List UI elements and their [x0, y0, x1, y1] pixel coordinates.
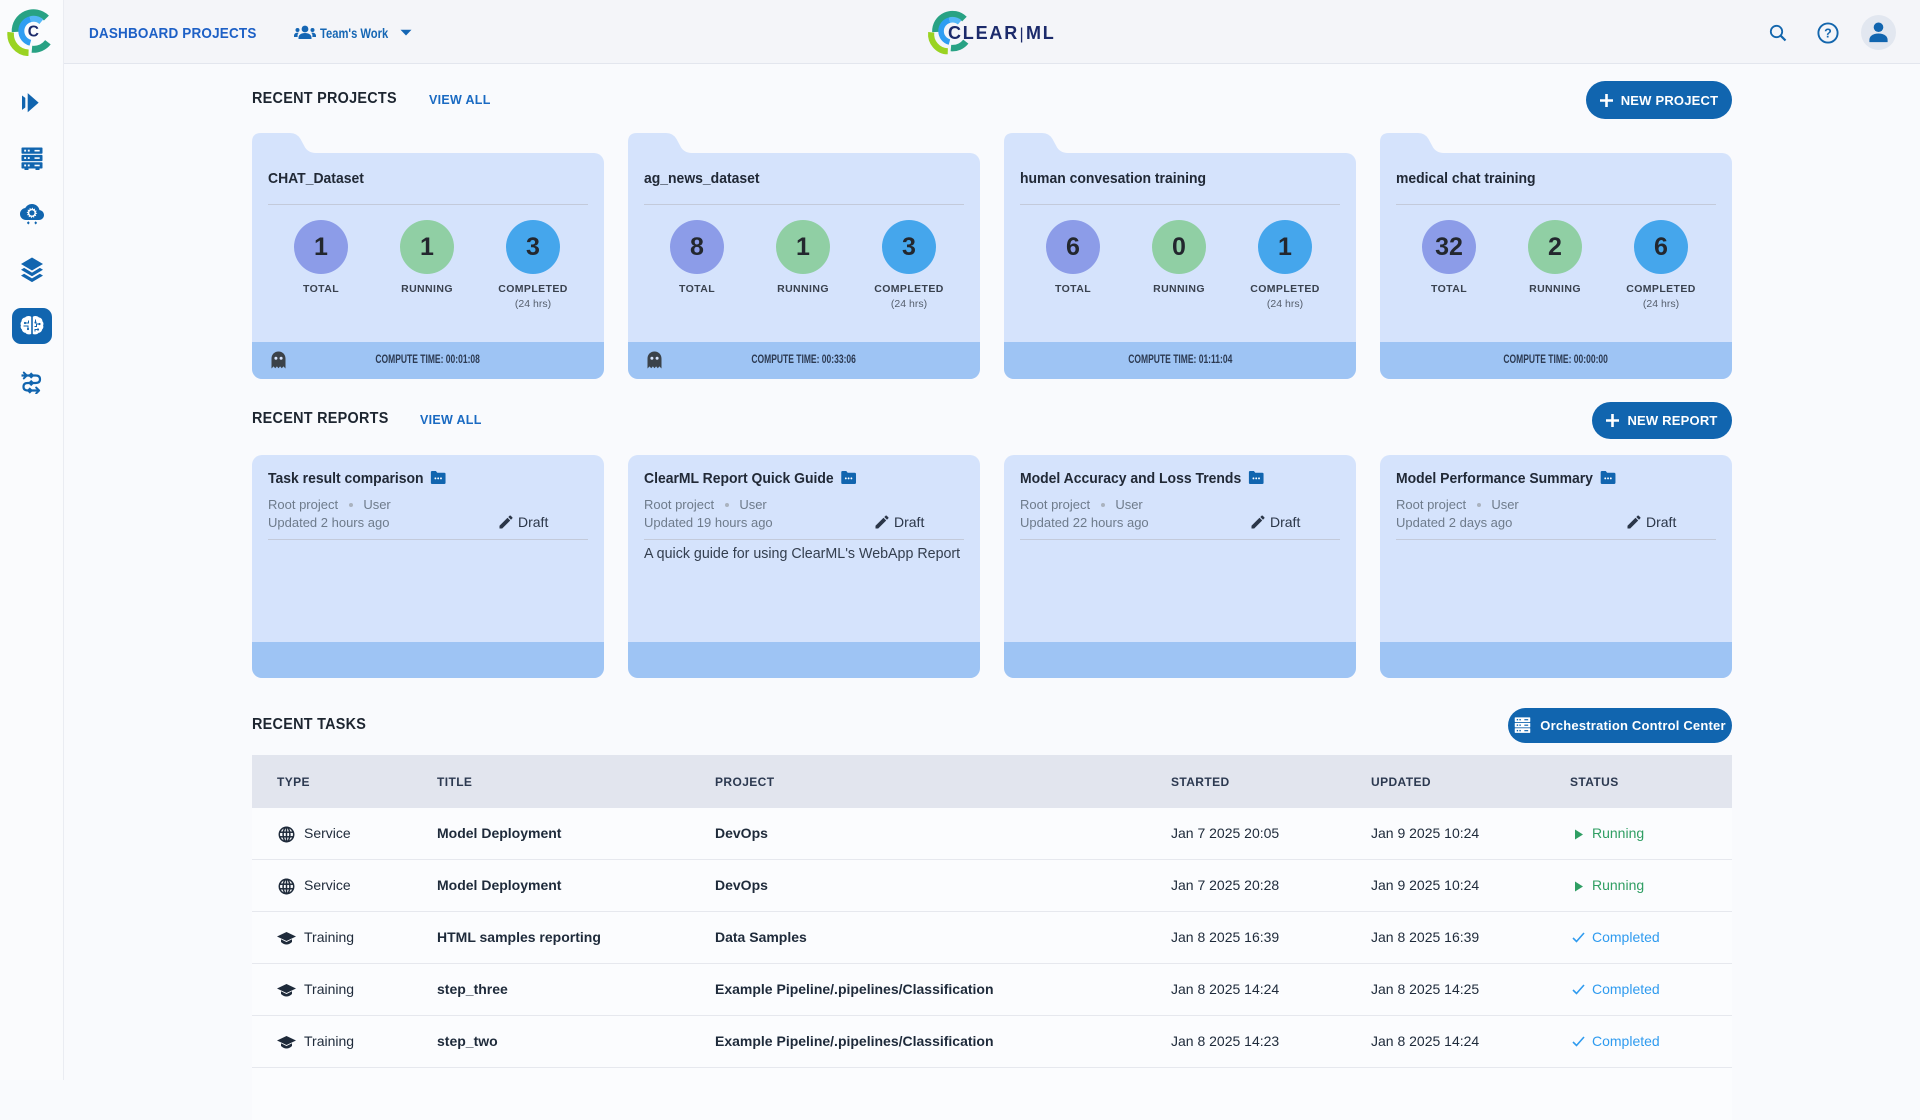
- svg-text:C: C: [28, 23, 39, 40]
- svg-text:?: ?: [1824, 26, 1832, 40]
